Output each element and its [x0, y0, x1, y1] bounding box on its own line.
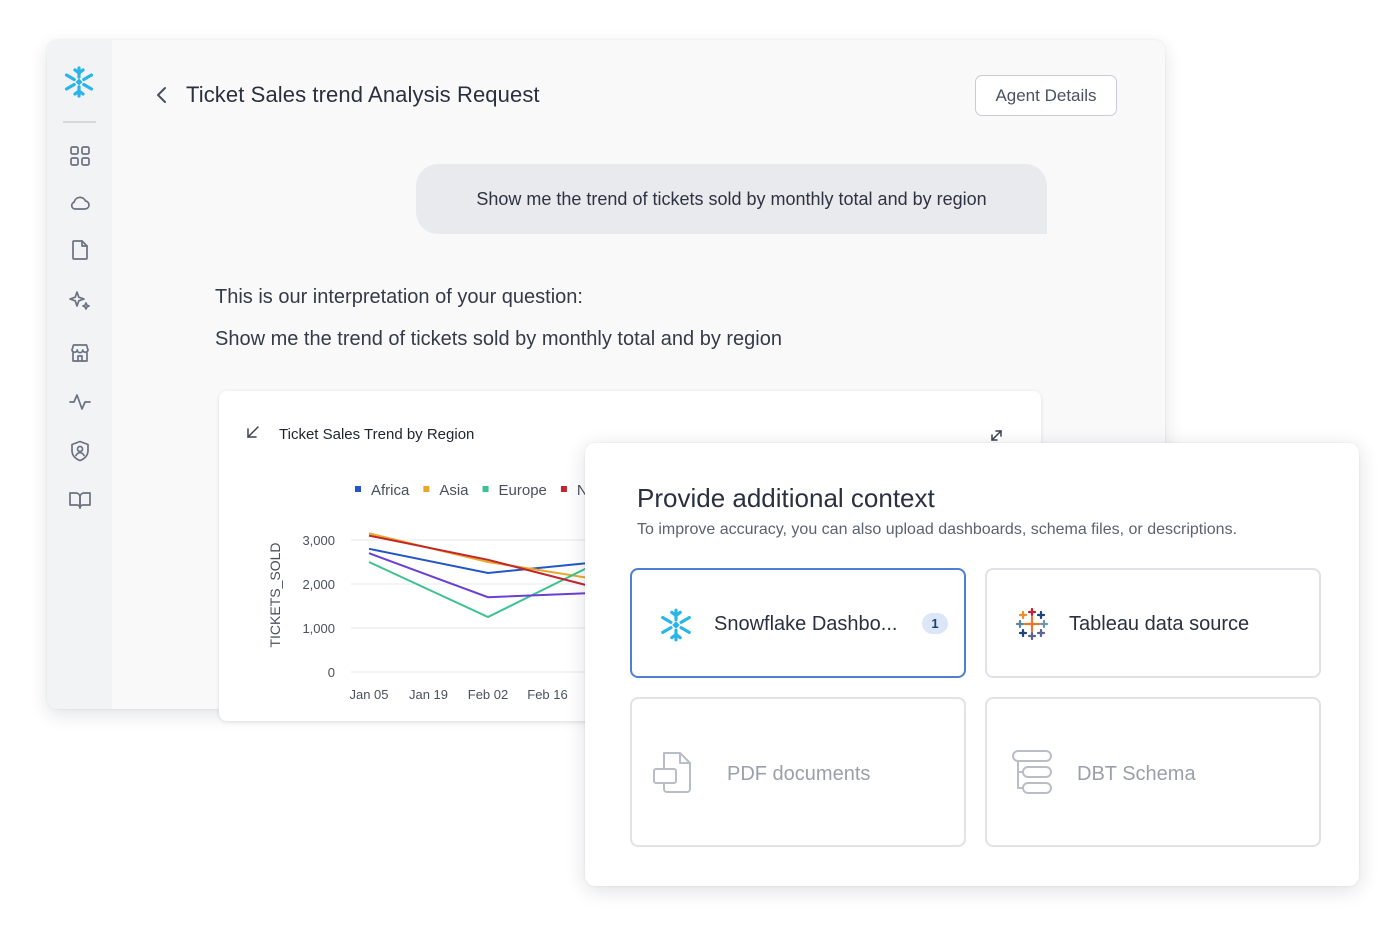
snowflake-dashboard-source-card[interactable]: Snowflake Dashbo... 1 — [630, 568, 966, 678]
snowflake-count-badge: 1 — [922, 613, 948, 634]
snowflake-logo-icon[interactable] — [62, 65, 96, 99]
y-axis-label: TICKETS_SOLD — [267, 542, 283, 647]
document-icon[interactable] — [67, 237, 93, 263]
activity-icon[interactable] — [67, 389, 93, 415]
tableau-icon — [1015, 607, 1049, 641]
grid-icon[interactable] — [67, 143, 93, 169]
x-tick-label: Feb 16 — [527, 687, 567, 702]
dbt-schema-label: DBT Schema — [1077, 763, 1196, 785]
context-panel-title: Provide additional context — [637, 483, 935, 513]
dbt-schema-source-card[interactable]: DBT Schema — [985, 697, 1321, 847]
y-tick-label: 1,000 — [302, 621, 335, 636]
interpretation-label: This is our interpretation of your quest… — [215, 286, 583, 308]
snowflake-dashboard-label: Snowflake Dashbo... — [714, 613, 898, 635]
context-panel-subtitle: To improve accuracy, you can also upload… — [637, 521, 1238, 538]
chart-title: Ticket Sales Trend by Region — [279, 426, 474, 443]
tableau-source-card[interactable]: Tableau data source — [985, 568, 1321, 678]
series-line — [368, 561, 600, 619]
user-message-bubble: Show me the trend of tickets sold by mon… — [416, 164, 1047, 234]
page-title: Ticket Sales trend Analysis Request — [186, 82, 540, 107]
sidebar-divider — [63, 121, 96, 123]
trend-icon — [247, 426, 259, 438]
legend-swatch — [482, 486, 489, 492]
x-tick-label: Jan 19 — [409, 687, 448, 702]
y-tick-label: 2,000 — [302, 577, 335, 592]
context-panel: Provide additional context To improve ac… — [585, 443, 1359, 886]
legend-swatch — [423, 486, 430, 492]
book-icon[interactable] — [67, 487, 93, 513]
sparkle-icon[interactable] — [67, 288, 93, 314]
x-tick-label: Feb 02 — [468, 687, 508, 702]
y-tick-label: 0 — [328, 665, 335, 680]
interpretation-text: Show me the trend of tickets sold by mon… — [215, 328, 782, 350]
user-message-text: Show me the trend of tickets sold by mon… — [476, 188, 987, 209]
legend-label: Europe — [499, 482, 547, 499]
pdf-documents-source-card[interactable]: PDF documents — [630, 697, 966, 847]
expand-icon — [991, 430, 1002, 441]
snowflake-icon — [661, 608, 691, 642]
sidebar — [47, 40, 112, 709]
pdf-icon — [653, 752, 691, 793]
legend-label: Asia — [439, 482, 469, 499]
tableau-source-label: Tableau data source — [1069, 613, 1250, 635]
shield-user-icon[interactable] — [67, 438, 93, 464]
cloud-icon[interactable] — [67, 190, 93, 216]
agent-details-button[interactable]: Agent Details — [975, 75, 1117, 116]
dbt-schema-icon — [1012, 750, 1052, 794]
legend-swatch — [355, 486, 361, 492]
back-chevron-icon[interactable] — [150, 83, 174, 107]
pdf-documents-label: PDF documents — [727, 763, 871, 785]
legend-swatch — [560, 486, 567, 492]
legend-label: Africa — [371, 482, 410, 499]
store-icon[interactable] — [67, 340, 93, 366]
x-tick-label: Jan 05 — [349, 687, 388, 702]
y-tick-label: 3,000 — [302, 533, 335, 548]
